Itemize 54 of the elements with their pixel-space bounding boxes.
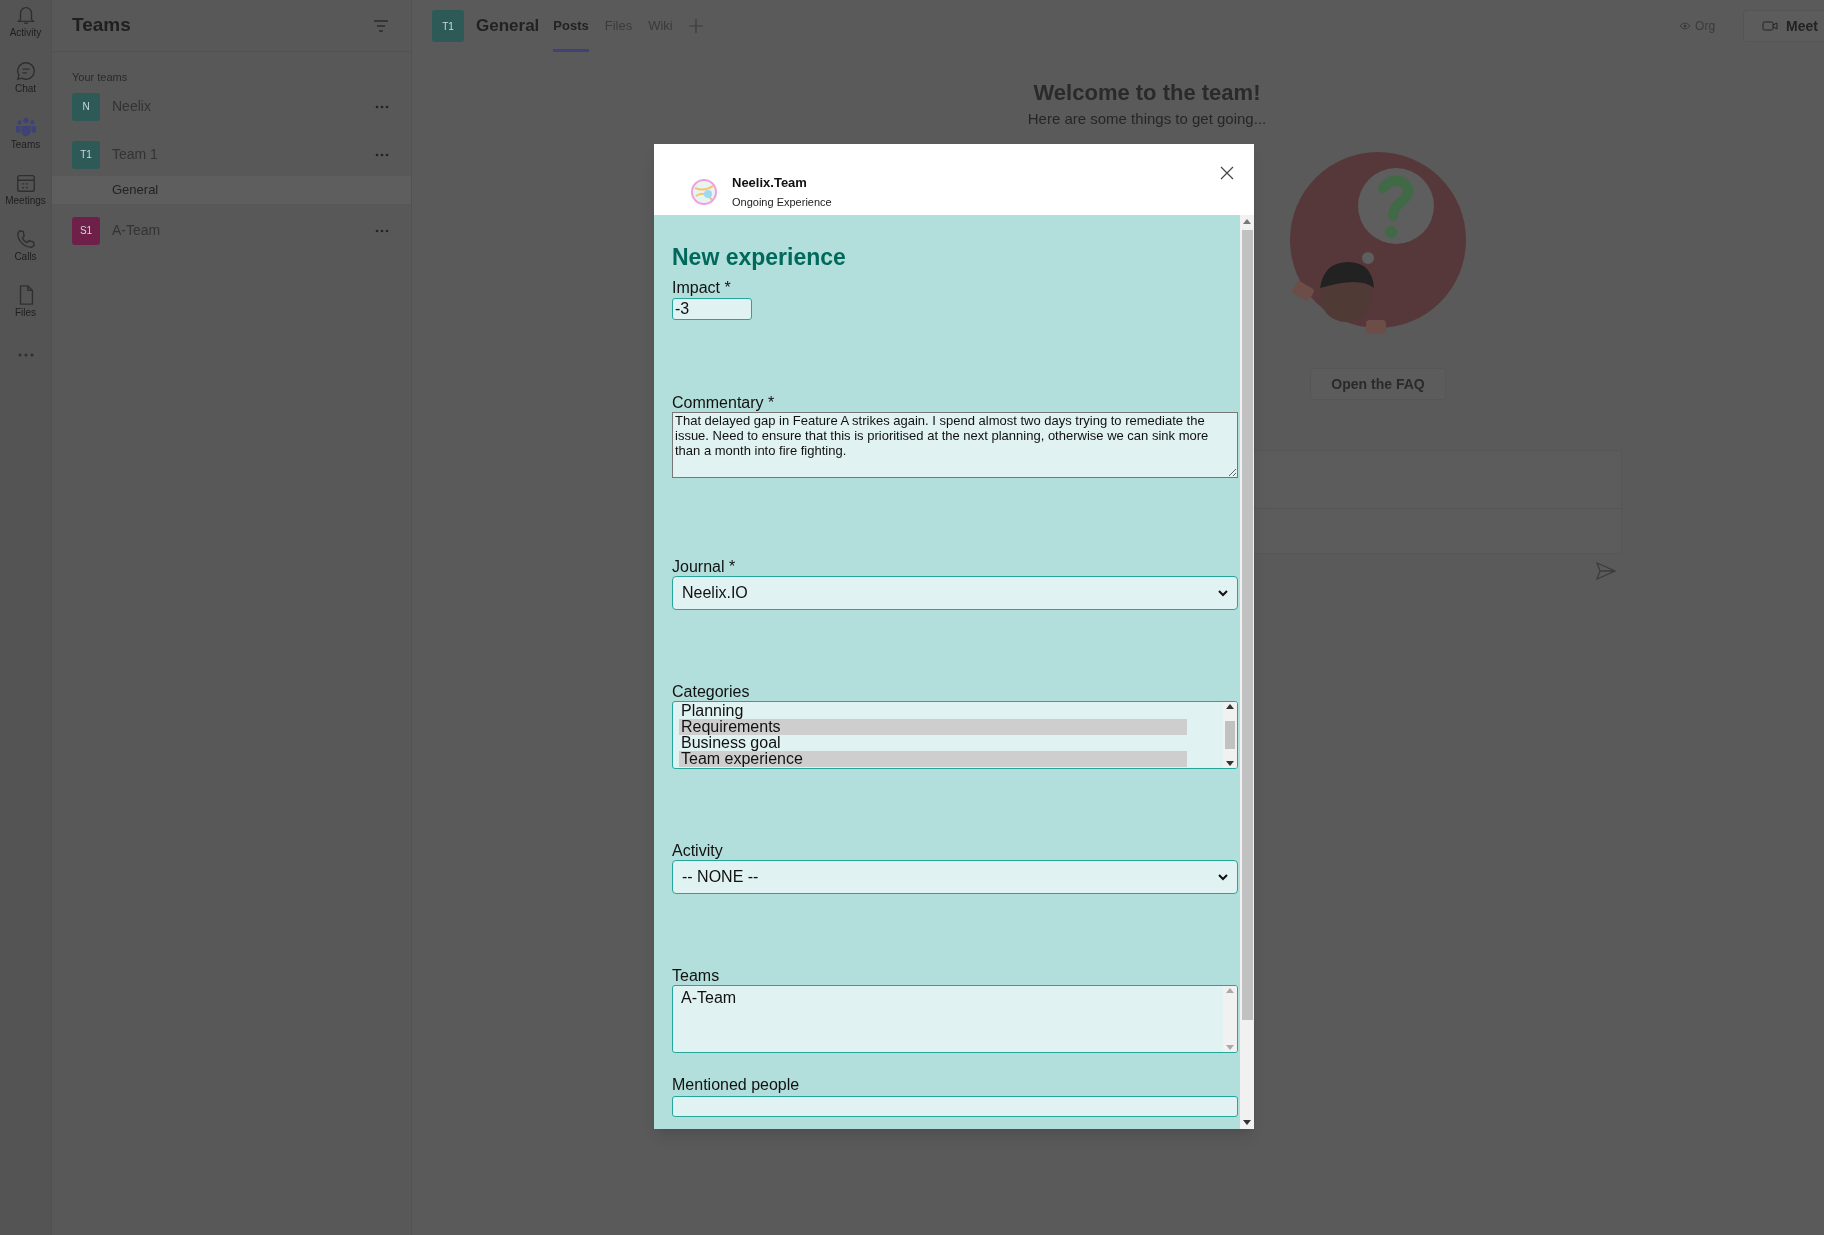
eye-icon — [1679, 22, 1692, 30]
list-option[interactable]: Requirements — [679, 719, 1187, 735]
dropdown[interactable]: Neelix.IO — [672, 576, 1238, 610]
scroll-down-icon — [1243, 1120, 1251, 1125]
list-option[interactable]: A-Team — [679, 990, 1187, 1006]
more-icon[interactable] — [16, 352, 35, 358]
chevron-down-icon — [1217, 587, 1229, 599]
phone-icon — [14, 228, 37, 250]
app-subtitle: Ongoing Experience — [732, 195, 832, 210]
more-options-icon[interactable] — [375, 228, 389, 233]
people-icon — [14, 116, 37, 138]
number-input[interactable]: -3 — [672, 298, 752, 320]
sidebar-title: Teams — [72, 13, 131, 38]
list-box[interactable]: Planning Requirements Business goal Team experience — [672, 701, 1238, 769]
scroll-down-icon — [1226, 1045, 1234, 1050]
field-label: Categories — [672, 682, 751, 701]
list-option[interactable]: Team experience — [679, 751, 1187, 767]
field-label: Commentary * — [672, 393, 776, 412]
video-camera-icon — [1762, 19, 1779, 33]
field-label: Activity — [672, 841, 724, 860]
list-option[interactable]: Business goal — [679, 735, 1187, 751]
commentary-textarea[interactable]: That delayed gap in Feature A strikes again. I spend almost two days trying to remediate the issue. Need to ensure that this is prioritised at the next planning, otherwise we can sink more than a month into fire fighting. — [672, 412, 1238, 478]
calendar-icon — [14, 172, 37, 194]
field-label: Impact * — [672, 278, 732, 297]
more-options-icon[interactable] — [375, 152, 389, 157]
team-avatar: T1 — [72, 140, 100, 169]
close-icon[interactable] — [1220, 166, 1234, 180]
scrollbar[interactable] — [1223, 702, 1237, 768]
channel-title: General — [476, 15, 540, 38]
scroll-up-icon — [1226, 704, 1234, 709]
list-box[interactable]: A-Team — [672, 985, 1238, 1053]
scroll-up-icon — [1243, 219, 1251, 224]
scroll-up-icon — [1226, 988, 1234, 993]
add-icon[interactable] — [688, 19, 703, 33]
field-label: Journal * — [672, 557, 737, 576]
list-option[interactable]: Planning — [679, 703, 1187, 719]
dropdown[interactable]: -- NONE -- — [672, 860, 1238, 894]
scrollbar[interactable] — [1223, 986, 1237, 1052]
app-logo-icon — [690, 177, 718, 206]
scrollbar[interactable] — [1240, 215, 1254, 1129]
channel-avatar: T1 — [432, 10, 464, 42]
send-icon[interactable] — [1596, 562, 1616, 580]
field-label: Teams — [672, 966, 721, 985]
form-heading: New experience — [672, 243, 847, 271]
scroll-down-icon — [1226, 761, 1234, 766]
filter-icon[interactable] — [373, 19, 389, 32]
chat-icon — [14, 60, 37, 82]
app-name: Neelix.Team — [732, 173, 808, 192]
team-avatar: S1 — [72, 216, 100, 245]
team-avatar: N — [72, 92, 100, 121]
text-input[interactable] — [672, 1095, 1238, 1117]
chevron-down-icon — [1217, 871, 1229, 883]
more-options-icon[interactable] — [375, 104, 389, 109]
field-label: Mentioned people — [672, 1075, 801, 1094]
